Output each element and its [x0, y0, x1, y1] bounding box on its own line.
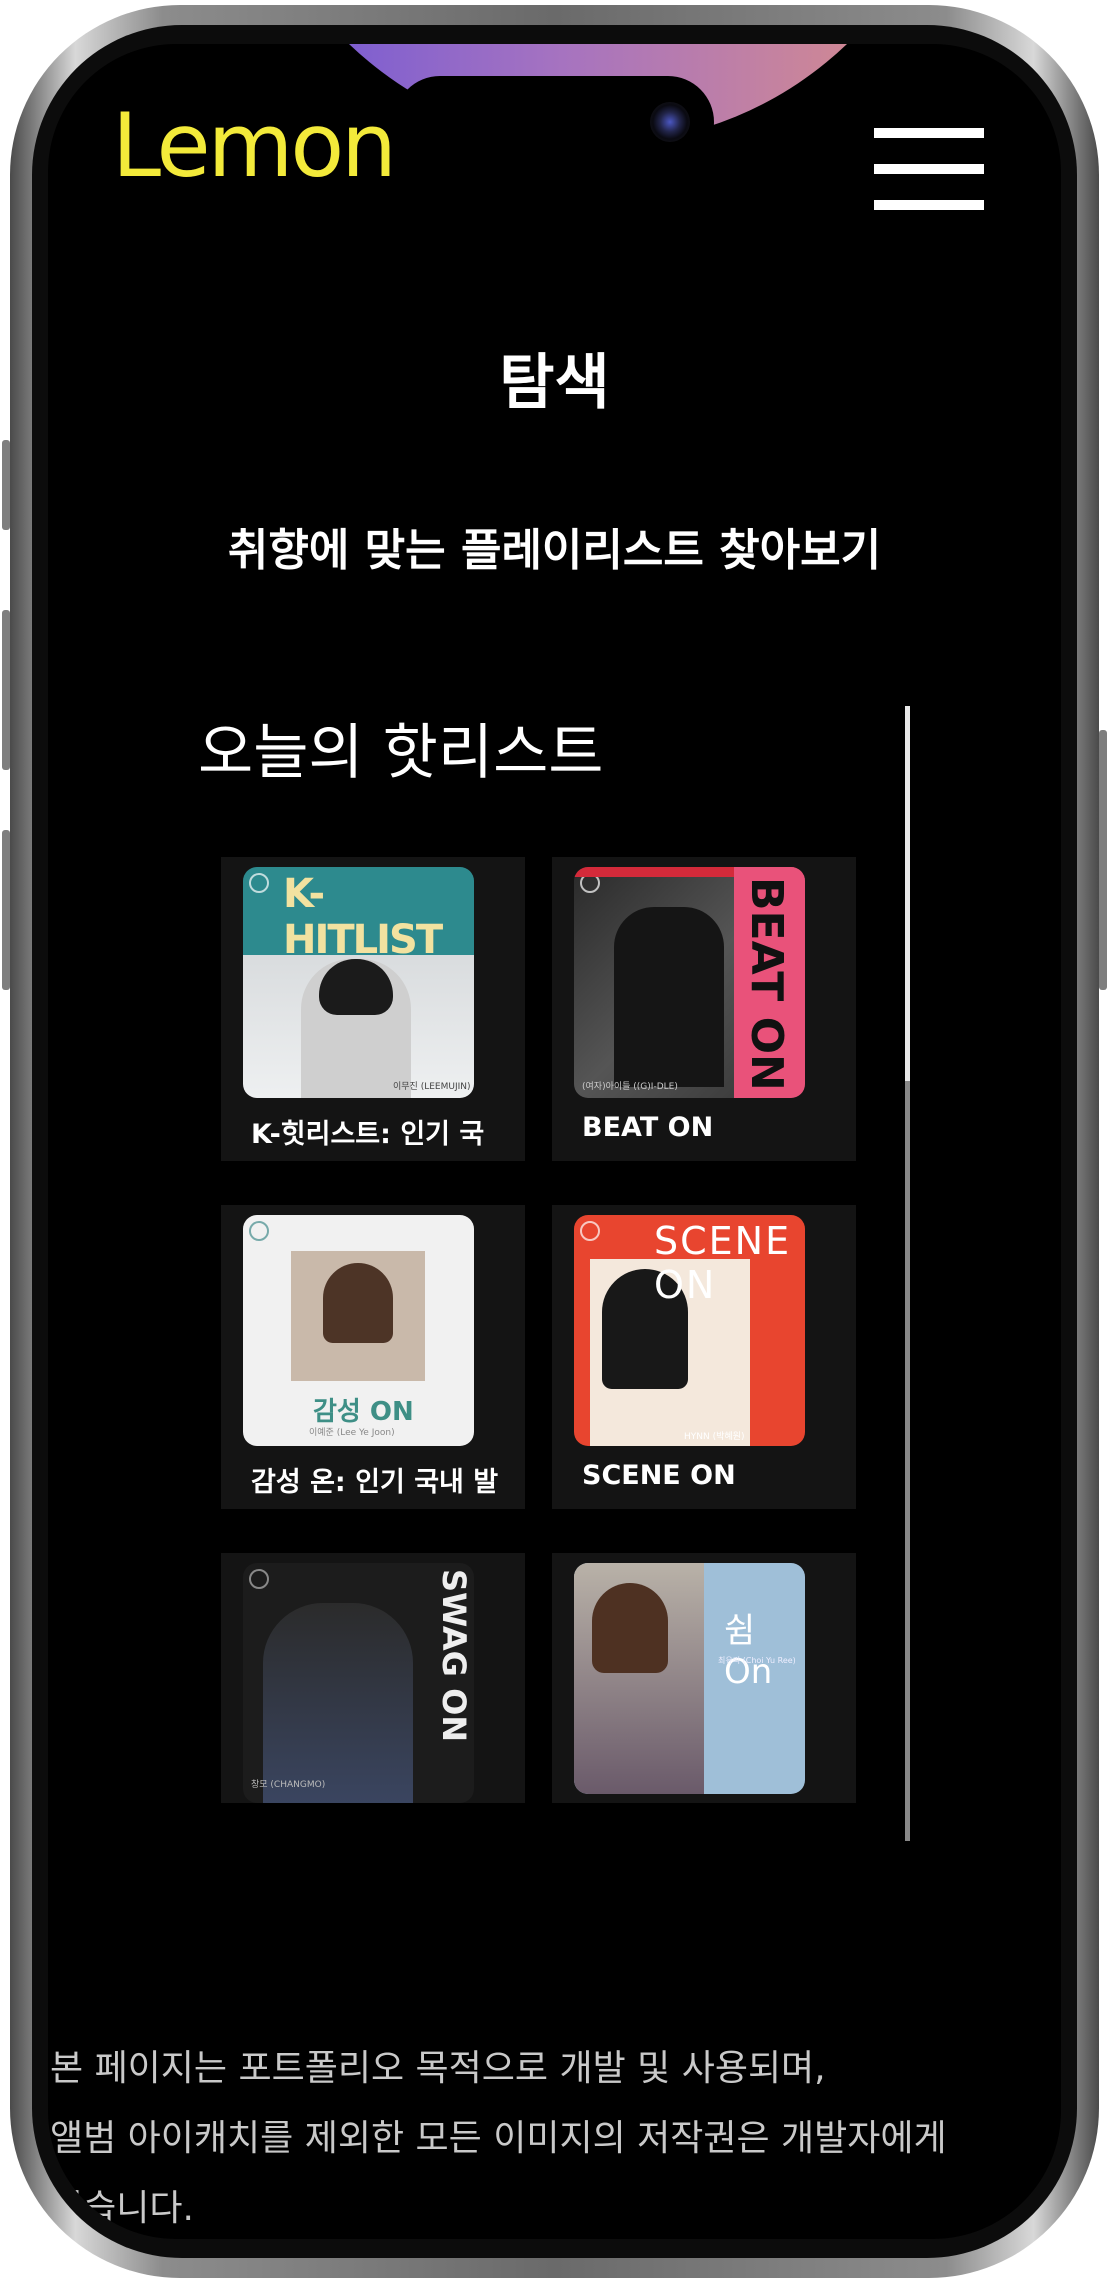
cover-caption: 이예준 (Lee Ye Joon)	[309, 1428, 395, 1438]
phone-volume-down-button	[2, 830, 10, 990]
playlist-cover-image: 감성 ON 이예준 (Lee Ye Joon)	[243, 1215, 474, 1446]
hamburger-menu-icon[interactable]	[874, 128, 984, 210]
footer-line: 있습니다.	[50, 2188, 194, 2229]
cover-badge-icon	[249, 1221, 269, 1241]
cover-portrait-hair	[592, 1583, 668, 1673]
cover-caption: HYNN (박혜원)	[684, 1432, 745, 1442]
playlist-title: BEAT ON	[582, 1112, 714, 1143]
footer-copyright-notice: 본 페이지는 포트폴리오 목적으로 개발 및 사용되며, 앨범 아이캐치를 제외…	[50, 2034, 947, 2239]
cover-title: BEAT ON	[741, 877, 792, 1091]
playlist-card-k-hitlist[interactable]: K-HITLIST 이무진 (LEEMUJIN) K-힛리스트: 인기 국	[221, 857, 525, 1161]
playlist-card-scene-on[interactable]: SCENE ON HYNN (박혜원) SCENE ON	[552, 1205, 856, 1509]
front-camera-icon	[650, 102, 690, 142]
section-title: 오늘의 핫리스트	[198, 718, 604, 788]
cover-badge-icon	[249, 873, 269, 893]
playlist-cover-image: K-HITLIST 이무진 (LEEMUJIN)	[243, 867, 474, 1098]
cover-title: 쉼 On	[724, 1611, 773, 1692]
phone-volume-up-button	[2, 610, 10, 770]
playlist-title: SCENE ON	[582, 1460, 736, 1491]
phone-action-button	[2, 440, 10, 530]
playlist-card-swag-on[interactable]: SWAG ON 창모 (CHANGMO)	[221, 1553, 525, 1803]
playlist-card-gamsung-on[interactable]: 감성 ON 이예준 (Lee Ye Joon) 감성 온: 인기 국내 발	[221, 1205, 525, 1509]
cover-caption: 이무진 (LEEMUJIN)	[393, 1082, 471, 1092]
playlist-title: 감성 온: 인기 국내 발	[251, 1467, 499, 1498]
lemon-logo[interactable]: Lemon	[112, 94, 397, 197]
cover-group-figures	[614, 907, 724, 1087]
scrollbar[interactable]	[905, 706, 910, 1841]
cover-title: SCENE ON	[654, 1219, 792, 1307]
page-title: 탐색	[499, 348, 610, 418]
cover-caption: 최유리 (Choi Yu Ree)	[718, 1656, 796, 1665]
cover-portrait-hair	[323, 1263, 393, 1343]
playlist-card-beat-on[interactable]: BEAT ON (여자)아이들 ((G)I-DLE) BEAT ON	[552, 857, 856, 1161]
cover-caption: 창모 (CHANGMO)	[251, 1780, 326, 1790]
footer-line: 앨범 아이캐치를 제외한 모든 이미지의 저작권은 개발자에게	[50, 2118, 947, 2159]
playlist-title: K-힛리스트: 인기 국	[251, 1119, 485, 1150]
playlist-cover-image: 쉼 On 최유리 (Choi Yu Ree)	[574, 1563, 805, 1794]
page-subtitle: 취향에 맞는 플레이리스트 찾아보기	[227, 525, 882, 576]
cover-caption: (여자)아이들 ((G)I-DLE)	[582, 1082, 678, 1092]
scroll-thumb[interactable]	[905, 706, 910, 1081]
cover-badge-icon	[580, 1221, 600, 1241]
cover-title: 감성 ON	[313, 1397, 414, 1427]
playlist-card-shim-on[interactable]: 쉼 On 최유리 (Choi Yu Ree)	[552, 1553, 856, 1803]
playlist-cover-image: BEAT ON (여자)아이들 ((G)I-DLE)	[574, 867, 805, 1098]
dynamic-island	[394, 76, 714, 168]
playlist-cover-image: SCENE ON HYNN (박혜원)	[574, 1215, 805, 1446]
cover-hooded-figure	[263, 1603, 413, 1803]
playlist-cover-image: SWAG ON 창모 (CHANGMO)	[243, 1563, 474, 1803]
footer-line: 본 페이지는 포트폴리오 목적으로 개발 및 사용되며,	[50, 2048, 826, 2089]
cover-badge-icon	[249, 1569, 269, 1589]
cover-title: K-HITLIST	[283, 871, 443, 963]
cover-title: SWAG ON	[435, 1569, 473, 1743]
phone-power-button	[1099, 730, 1107, 990]
screen: Lemon 탐색 취향에 맞는 플레이리스트 찾아보기 오늘의 핫리스트 K-H…	[48, 44, 1061, 2239]
